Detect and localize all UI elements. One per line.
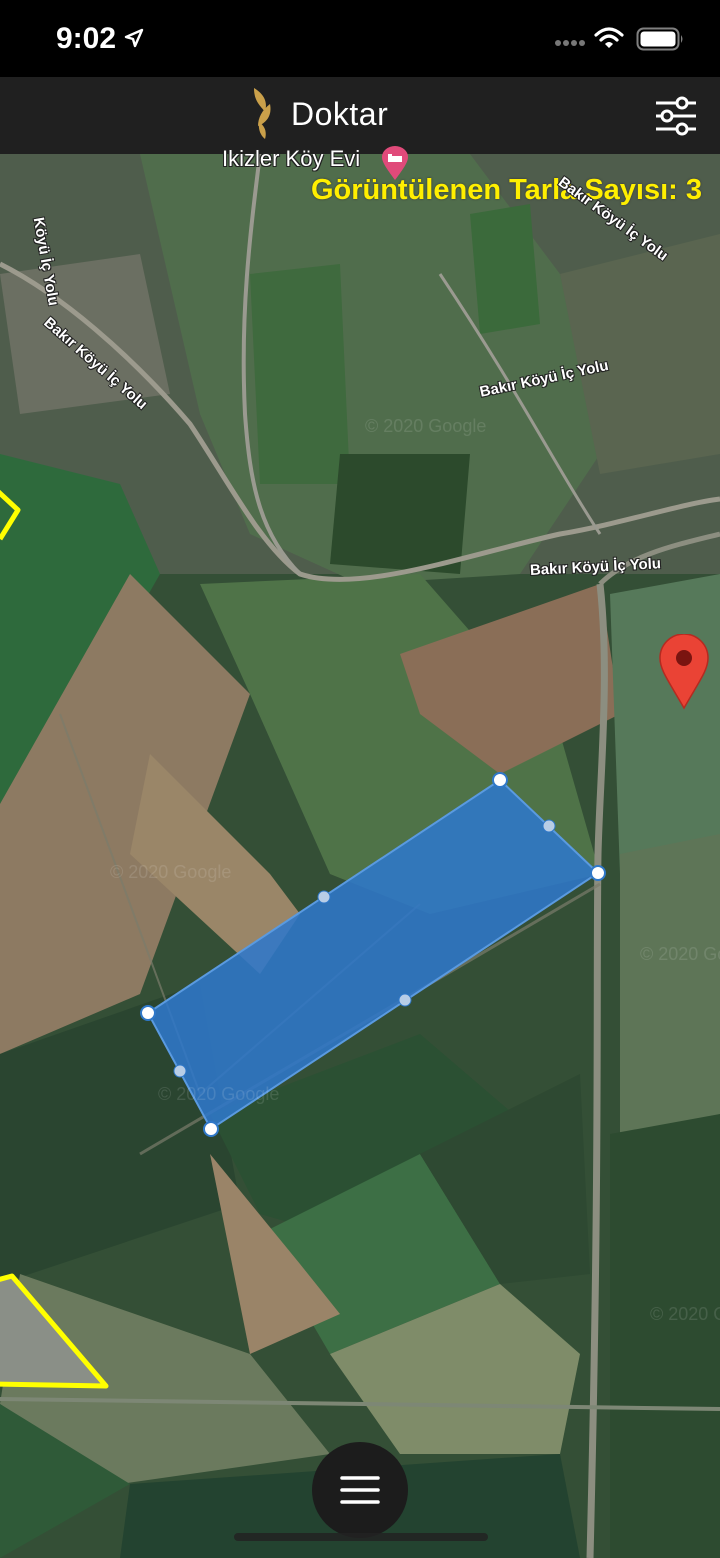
cellular-signal-icon	[555, 40, 585, 46]
wheat-logo-icon	[254, 88, 271, 139]
sliders-icon	[656, 96, 696, 136]
status-bar: 9:02	[0, 0, 720, 77]
location-arrow-icon	[124, 28, 144, 48]
wifi-icon	[594, 27, 624, 48]
map-pin-icon[interactable]	[658, 634, 710, 710]
map-watermark: © 2020 Google	[365, 416, 487, 436]
map-watermark: © 2020 Google	[640, 944, 720, 964]
brand-name: Doktar	[291, 96, 389, 132]
battery-icon	[636, 27, 683, 51]
home-indicator	[234, 1533, 488, 1541]
map-watermark: © 2020 Google	[650, 1304, 720, 1324]
hamburger-menu-icon	[340, 1476, 380, 1504]
satellite-map[interactable]: Ikizler Köy Evi Görüntülenen Tarla Sayıs…	[0, 146, 720, 1558]
field-count-text: Görüntülenen Tarla Sayısı: 3	[310, 174, 702, 206]
app-header: Doktar	[0, 77, 720, 154]
map-watermark: © 2020 Google	[158, 1084, 280, 1104]
app-screen: 9:02 Doktar Ikizler Köy Evi Görüntülenen…	[0, 0, 720, 1558]
map-watermark: © 2020 Google	[110, 862, 232, 882]
filter-settings-button[interactable]	[652, 95, 700, 137]
menu-button[interactable]	[312, 1442, 408, 1538]
poi-label: Ikizler Köy Evi	[222, 146, 361, 171]
status-time: 9:02	[56, 22, 117, 55]
